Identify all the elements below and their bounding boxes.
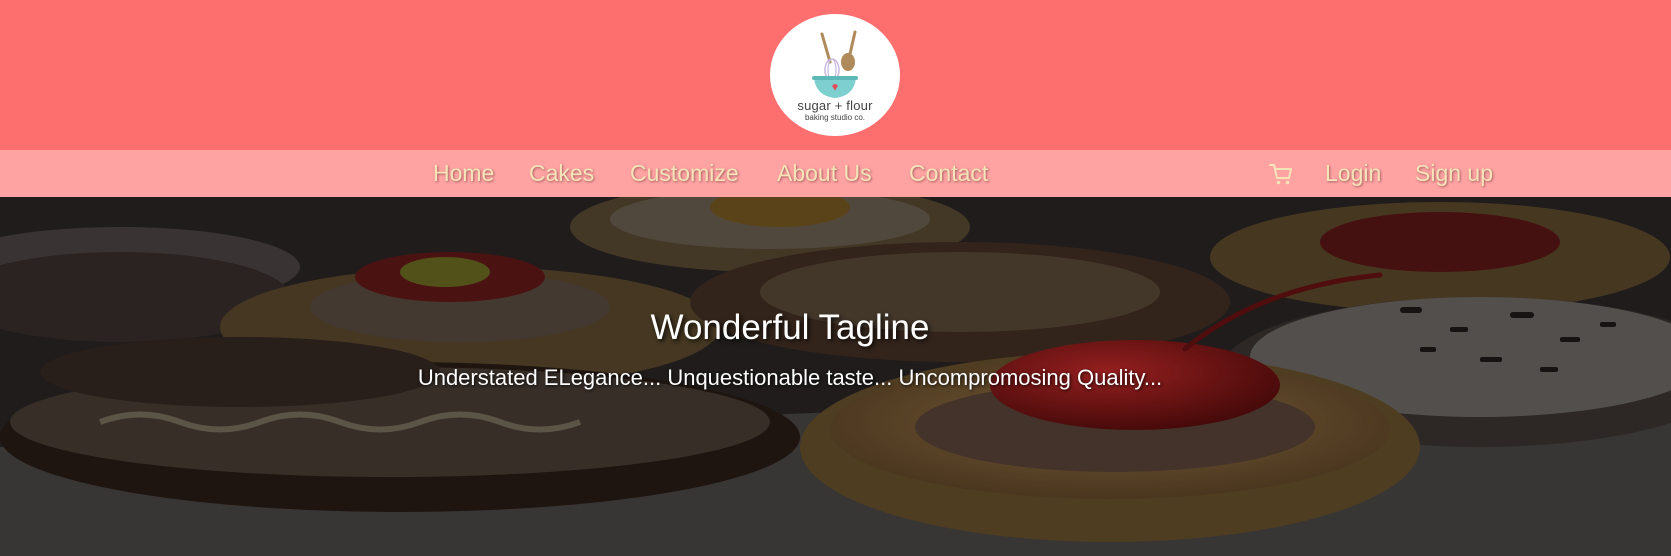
brand-logo[interactable]: sugar + flour baking studio co. — [770, 14, 900, 136]
logo-tagline: baking studio co. — [804, 113, 866, 122]
logo-name: sugar + flour — [797, 98, 873, 113]
site-header: sugar + flour baking studio co. — [0, 0, 1671, 150]
hero-title: Wonderful Tagline — [650, 308, 930, 347]
signup-link[interactable]: Sign up — [1415, 160, 1493, 186]
nav-home[interactable]: Home — [433, 160, 494, 186]
main-nav: Home Cakes Customize About Us Contact Lo… — [0, 150, 1671, 197]
nav-customize[interactable]: Customize — [630, 160, 739, 186]
nav-cakes[interactable]: Cakes — [529, 160, 594, 186]
hero-subtitle: Understated ELegance... Unquestionable t… — [417, 365, 1163, 390]
nav-about-us[interactable]: About Us — [777, 160, 872, 186]
shopping-cart-icon[interactable] — [1268, 161, 1294, 187]
hero-banner: Wonderful Tagline Understated ELegance..… — [0, 197, 1671, 556]
login-link[interactable]: Login — [1325, 160, 1381, 186]
nav-contact[interactable]: Contact — [909, 160, 988, 186]
